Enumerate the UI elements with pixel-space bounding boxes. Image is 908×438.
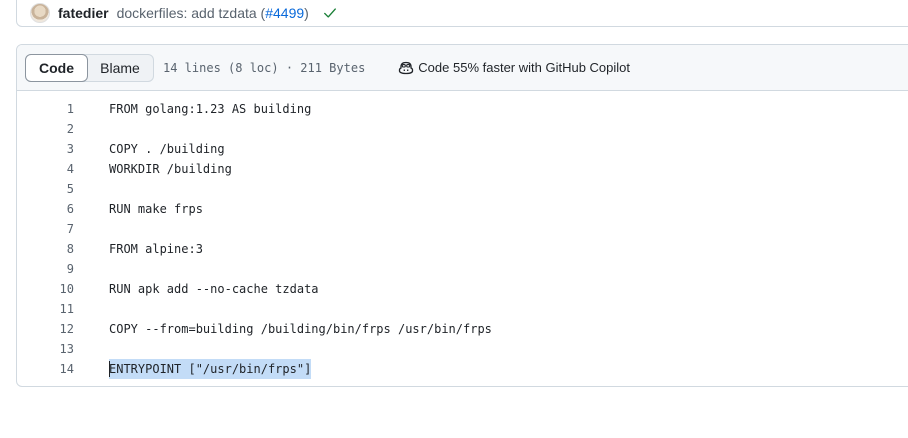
- commit-message-end: ): [304, 4, 309, 21]
- line-number[interactable]: 4: [17, 159, 74, 179]
- copilot-link[interactable]: Code 55% faster with GitHub Copilot: [398, 60, 630, 76]
- line-code[interactable]: RUN make frps: [109, 199, 203, 219]
- line-code[interactable]: COPY --from=building /building/bin/frps …: [109, 319, 492, 339]
- line-number[interactable]: 6: [17, 199, 74, 219]
- code-line: 9: [17, 259, 908, 279]
- commit-message[interactable]: dockerfiles: add tzdata (#4499): [117, 5, 309, 21]
- line-code[interactable]: RUN apk add --no-cache tzdata: [109, 279, 319, 299]
- avatar[interactable]: [30, 2, 50, 23]
- code-line: 12 COPY --from=building /building/bin/fr…: [17, 319, 908, 339]
- code-line: 6 RUN make frps: [17, 199, 908, 219]
- code-line: 7: [17, 219, 908, 239]
- code-line: 8 FROM alpine:3: [17, 239, 908, 259]
- file-meta: 14 lines (8 loc) · 211 Bytes: [163, 60, 366, 75]
- line-number[interactable]: 12: [17, 319, 74, 339]
- line-number[interactable]: 14: [17, 359, 74, 379]
- file-header: Code Blame 14 lines (8 loc) · 211 Bytes …: [17, 45, 908, 91]
- tab-code[interactable]: Code: [25, 53, 88, 82]
- line-number[interactable]: 7: [17, 219, 74, 239]
- copilot-icon: [398, 60, 414, 76]
- code-line: 10 RUN apk add --no-cache tzdata: [17, 279, 908, 299]
- view-mode-toggle: Code Blame: [25, 53, 154, 82]
- line-code-selected[interactable]: ENTRYPOINT ["/usr/bin/frps"]: [109, 359, 312, 379]
- line-number[interactable]: 2: [17, 119, 74, 139]
- line-number[interactable]: 10: [17, 279, 74, 299]
- line-number[interactable]: 1: [17, 99, 74, 119]
- commit-message-text[interactable]: dockerfiles: add tzdata (: [117, 5, 266, 21]
- file-viewer: Code Blame 14 lines (8 loc) · 211 Bytes …: [16, 44, 908, 387]
- line-code[interactable]: WORKDIR /building: [109, 159, 232, 179]
- line-number[interactable]: 9: [17, 259, 74, 279]
- code-view[interactable]: 1 FROM golang:1.23 AS building 2 3 COPY …: [17, 91, 908, 379]
- line-code[interactable]: COPY . /building: [109, 139, 225, 159]
- code-line: 2: [17, 119, 908, 139]
- line-code[interactable]: FROM golang:1.23 AS building: [109, 99, 311, 119]
- commit-author[interactable]: fatedier: [58, 5, 109, 21]
- line-code-text: ENTRYPOINT ["/usr/bin/frps"]: [109, 362, 312, 376]
- tab-blame[interactable]: Blame: [88, 54, 154, 82]
- code-line-selected: 14 ENTRYPOINT ["/usr/bin/frps"]: [17, 359, 908, 379]
- latest-commit-bar: fatedier dockerfiles: add tzdata (#4499): [16, 0, 908, 27]
- line-number[interactable]: 13: [17, 339, 74, 359]
- line-number[interactable]: 8: [17, 239, 74, 259]
- line-number[interactable]: 5: [17, 179, 74, 199]
- code-line: 5: [17, 179, 908, 199]
- code-line: 3 COPY . /building: [17, 139, 908, 159]
- copilot-label[interactable]: Code 55% faster with GitHub Copilot: [418, 60, 630, 75]
- code-line: 4 WORKDIR /building: [17, 159, 908, 179]
- text-cursor: [109, 361, 110, 377]
- check-icon[interactable]: [323, 6, 337, 20]
- line-number[interactable]: 11: [17, 299, 74, 319]
- code-line: 13: [17, 339, 908, 359]
- code-line: 1 FROM golang:1.23 AS building: [17, 99, 908, 119]
- line-code[interactable]: FROM alpine:3: [109, 239, 203, 259]
- line-number[interactable]: 3: [17, 139, 74, 159]
- commit-pr-link[interactable]: #4499: [265, 5, 304, 21]
- code-line: 11: [17, 299, 908, 319]
